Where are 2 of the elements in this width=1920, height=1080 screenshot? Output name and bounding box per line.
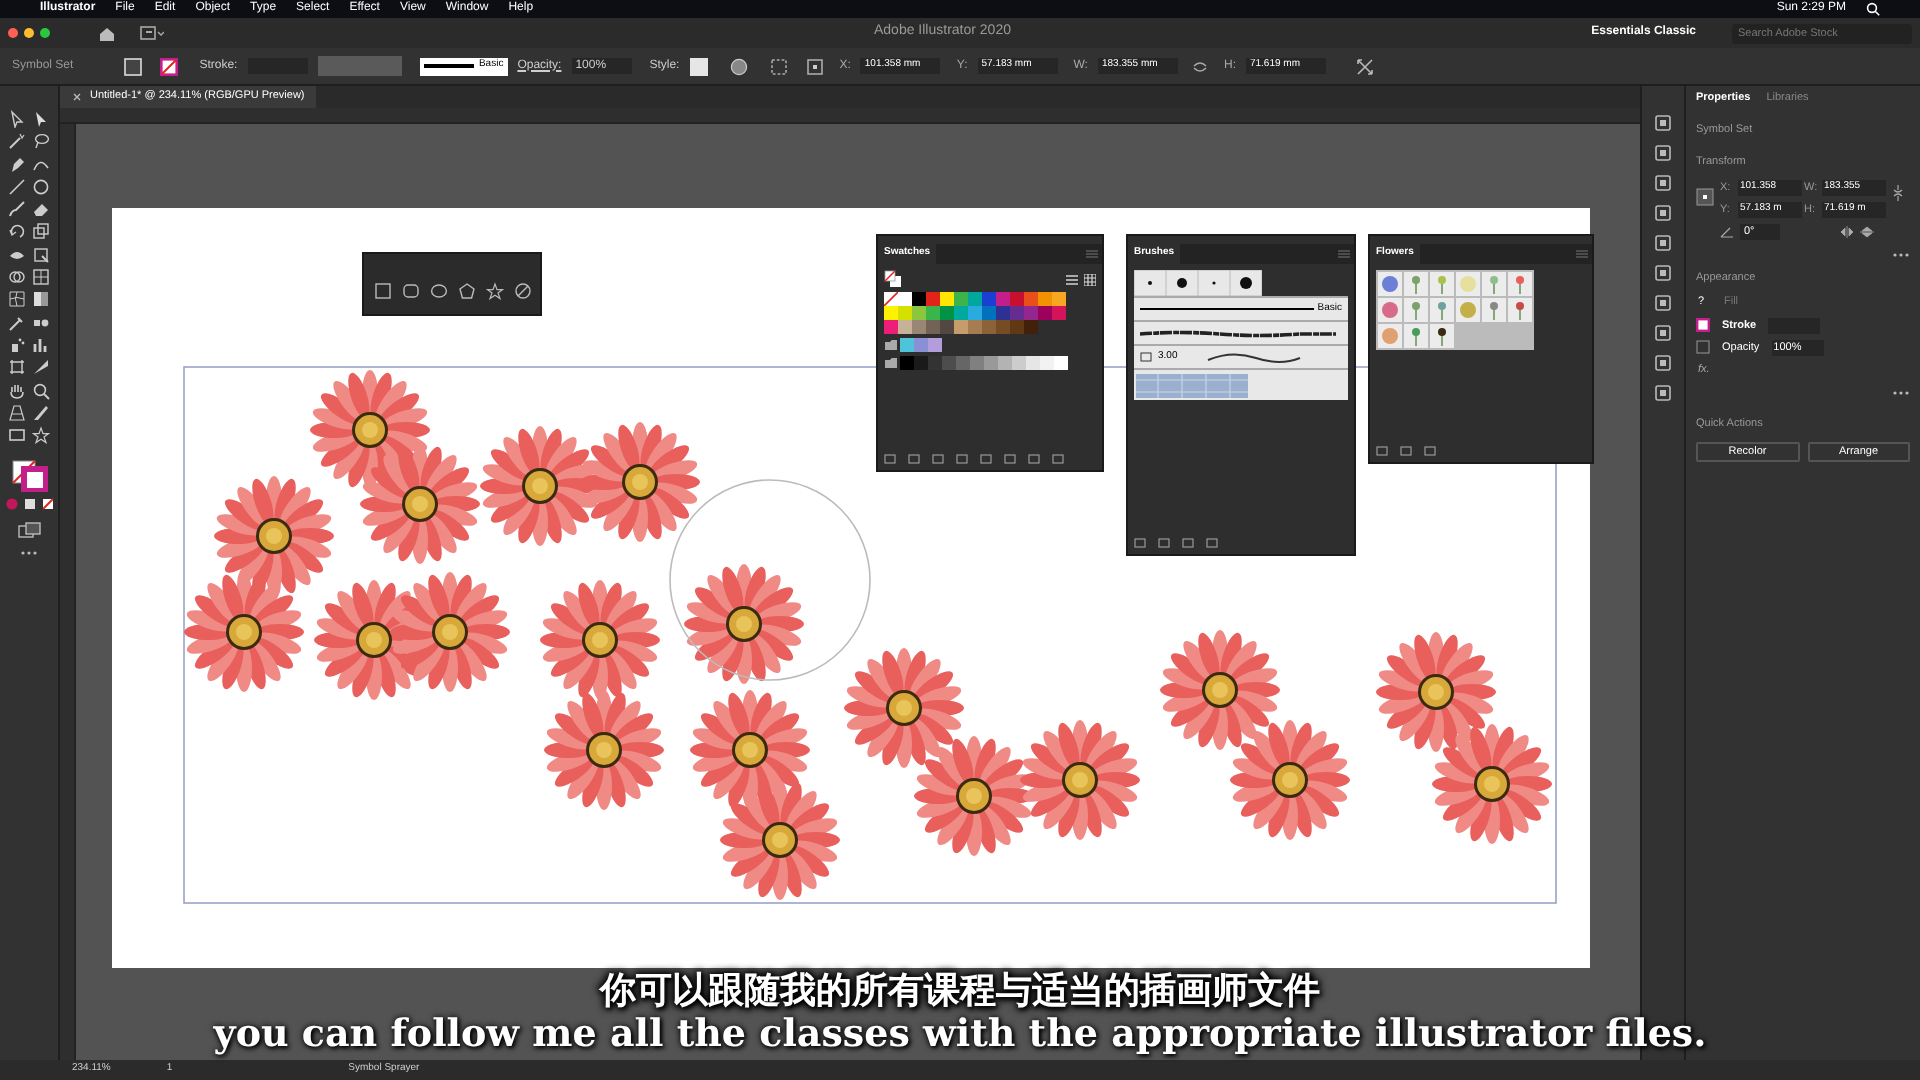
subtitle-chinese: 你可以跟随我的所有课程与适当的插画师文件 xyxy=(600,970,1320,1010)
subtitle-english: you can follow me all the classes with the appropriate illustrator files. xyxy=(213,1010,1707,1058)
